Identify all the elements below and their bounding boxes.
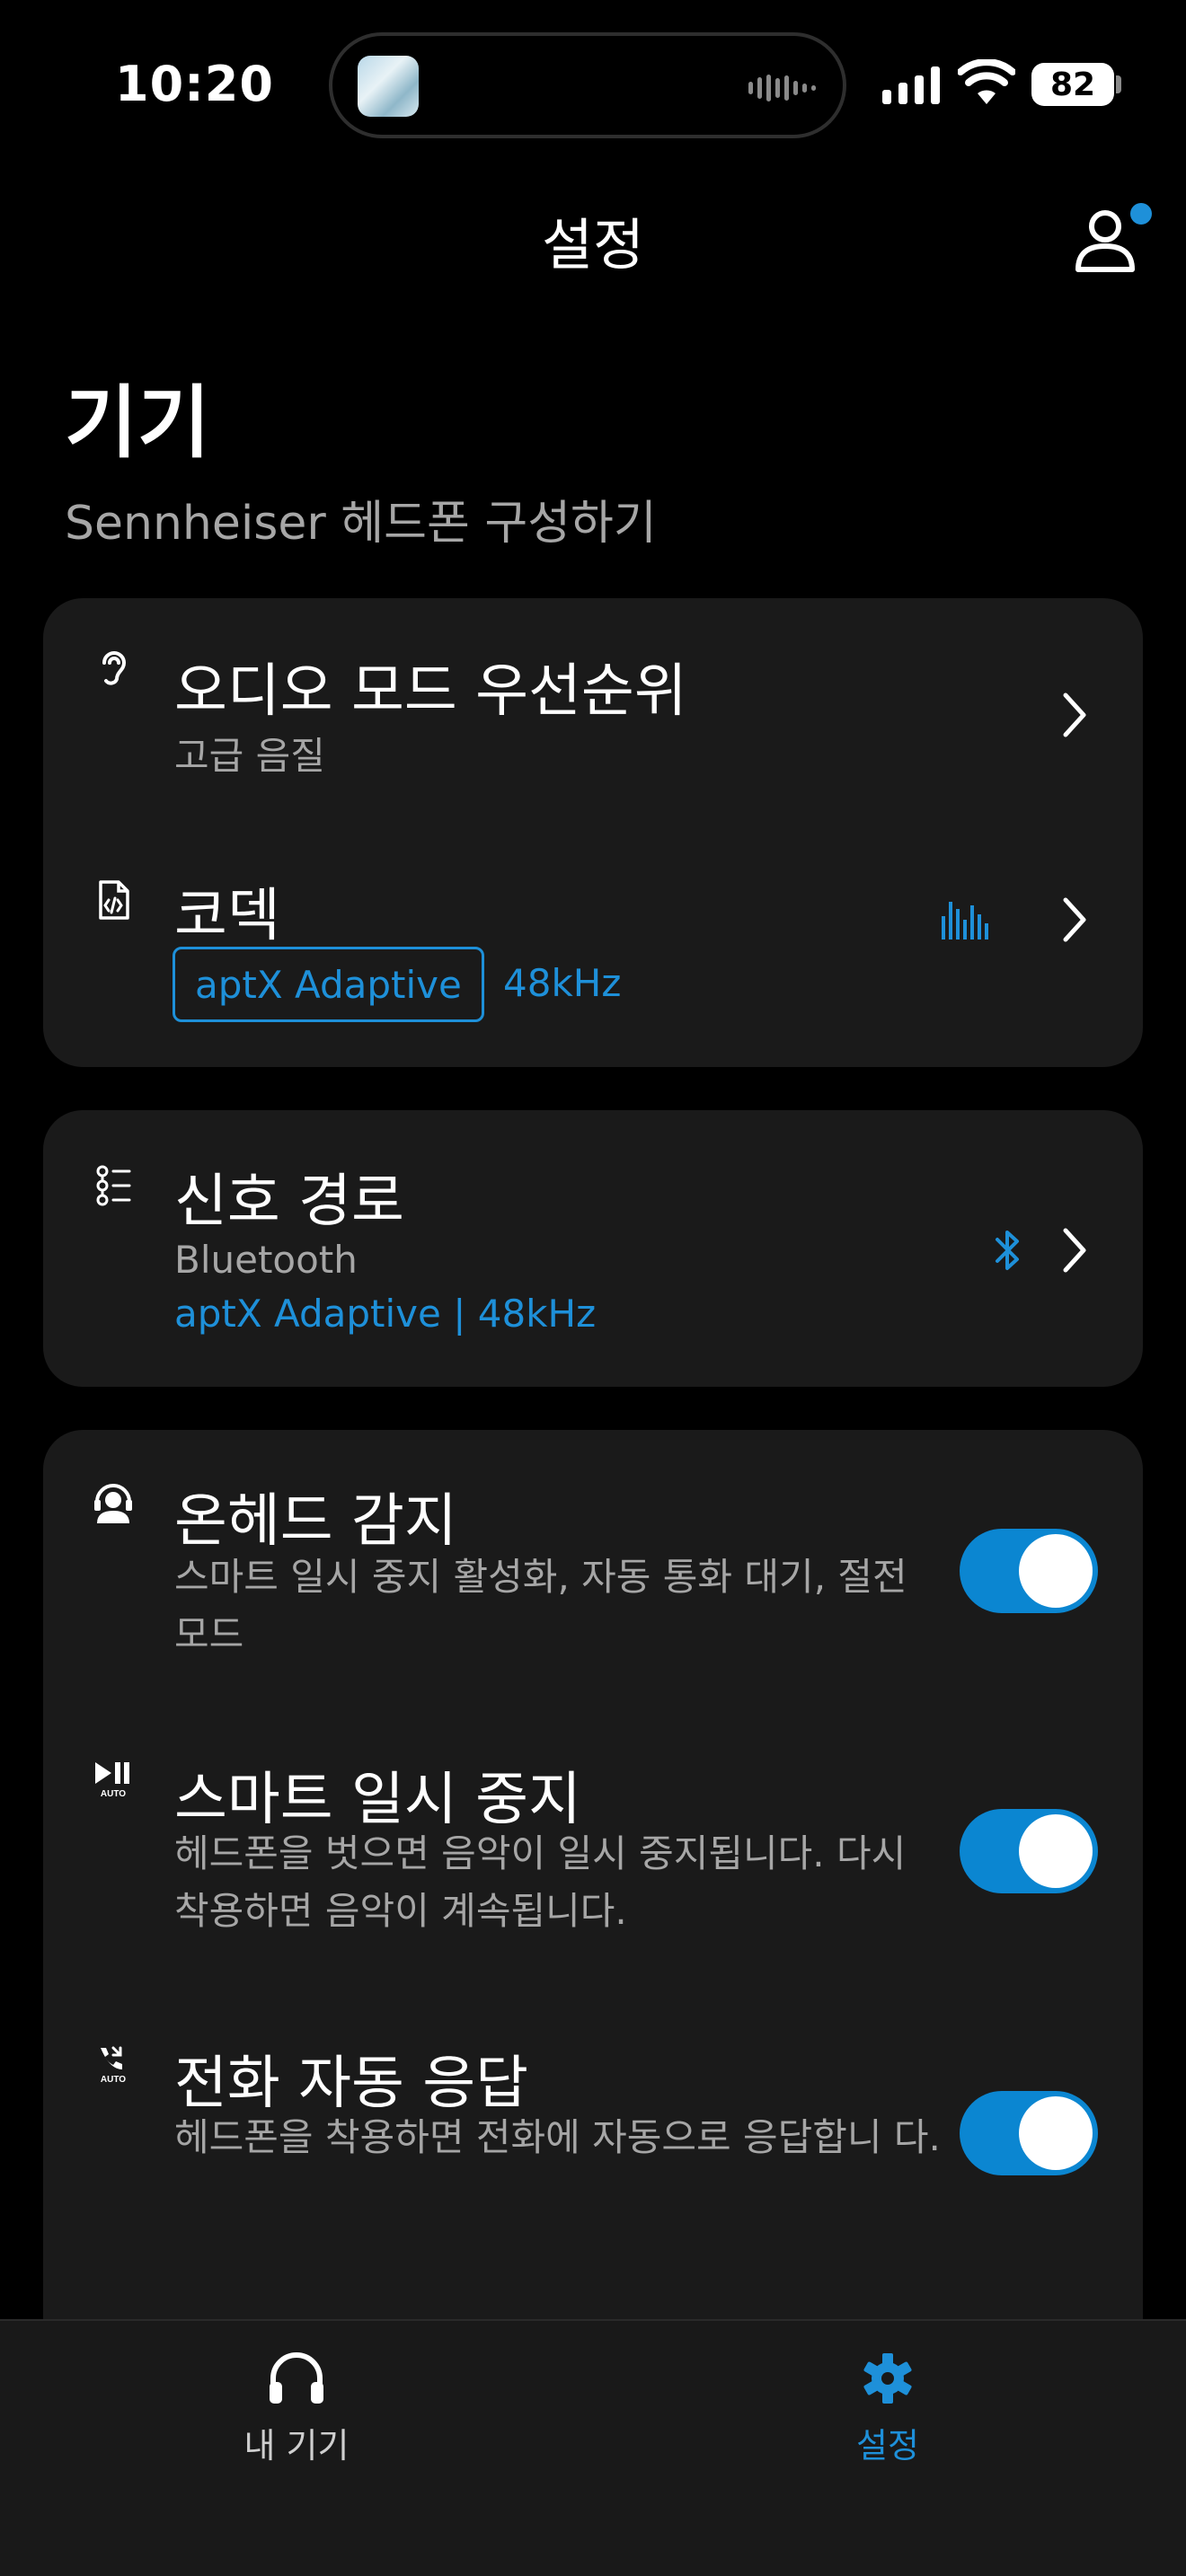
settings-screen: 10:20 82 설정 기기 Sennheiser 헤드폰 구성하기 오디오 모… — [0, 0, 1186, 2576]
ear-icon — [102, 651, 127, 685]
bluetooth-icon — [996, 1231, 1019, 1270]
code-file-icon — [99, 880, 129, 920]
signal-path-connection: Bluetooth — [174, 1238, 358, 1282]
auto-answer-toggle[interactable] — [960, 2091, 1098, 2175]
dynamic-island[interactable] — [329, 32, 846, 138]
on-head-detection-toggle[interactable] — [960, 1529, 1098, 1613]
header-title: 설정 — [541, 212, 645, 278]
smart-pause-icon: AUTO — [95, 1762, 129, 1799]
detection-settings-card: 온헤드 감지 스마트 일시 중지 활성화, 자동 통화 대기, 절전 모드 AU… — [43, 1430, 1143, 2382]
tab-label: 설정 — [856, 2426, 919, 2466]
audio-mode-row[interactable]: 오디오 모드 우선순위 고급 음질 — [43, 598, 1143, 834]
codec-row[interactable]: 코덱 aptX Adaptive 48kHz — [43, 834, 1143, 1067]
smart-pause-toggle[interactable] — [960, 1809, 1098, 1893]
auto-answer-row: AUTO 전화 자동 응답 헤드폰을 착용하면 전화에 자동으로 응답합니 다. — [43, 1998, 1143, 2281]
signal-path-card[interactable]: 신호 경로 Bluetooth aptX Adaptive | 48kHz — [43, 1110, 1143, 1387]
tab-label: 내 기기 — [243, 2426, 350, 2466]
cellular-signal-icon — [882, 65, 940, 104]
toggle-description: 헤드폰을 착용하면 전화에 자동으로 응답합니 다. — [174, 2115, 941, 2159]
toggle-description: 스마트 일시 중지 활성화, 자동 통화 대기, 절전 모드 — [174, 1555, 907, 1656]
toggle-knob — [1019, 1814, 1093, 1888]
status-time: 10:20 — [115, 56, 274, 112]
battery-indicator: 82 — [1031, 63, 1114, 106]
wifi-icon — [958, 59, 1015, 104]
signal-path-detail: aptX Adaptive | 48kHz — [174, 1292, 597, 1336]
notification-dot — [1130, 203, 1152, 225]
toggle-knob — [1019, 2096, 1093, 2170]
on-head-detection-icon — [94, 1484, 132, 1523]
toggle-title: 온헤드 감지 — [174, 1488, 457, 1555]
audio-mode-title: 오디오 모드 우선순위 — [174, 658, 687, 725]
audio-waveform-icon — [748, 72, 816, 104]
audio-settings-card: 오디오 모드 우선순위 고급 음질 코덱 aptX Adaptive 48kHz — [43, 598, 1143, 1067]
page-subtitle: Sennheiser 헤드폰 구성하기 — [65, 497, 657, 551]
toggle-title: 전화 자동 응답 — [174, 2051, 528, 2117]
toggle-description: 헤드폰을 벗으면 음악이 일시 중지됩니다. 다시 착용하면 음악이 계속됩니다… — [174, 1831, 907, 1933]
on-head-detection-row: 온헤드 감지 스마트 일시 중지 활성화, 자동 통화 대기, 절전 모드 — [43, 1430, 1143, 1714]
chevron-right-icon — [1063, 1228, 1086, 1273]
person-icon[interactable] — [1071, 205, 1139, 273]
chevron-right-icon — [1063, 897, 1086, 942]
signal-path-icon — [96, 1165, 131, 1206]
smart-pause-row: AUTO 스마트 일시 중지 헤드폰을 벗으면 음악이 일시 중지됩니다. 다시… — [43, 1714, 1143, 1998]
page-title: 기기 — [65, 376, 210, 469]
codec-title: 코덱 — [174, 883, 280, 949]
svg-text:AUTO: AUTO — [101, 1789, 126, 1799]
bottom-tab-bar: 내 기기 설정 — [0, 2319, 1186, 2576]
codec-name-badge: aptX Adaptive — [173, 947, 484, 1022]
gear-icon — [863, 2353, 912, 2404]
audio-bars-icon — [942, 902, 988, 940]
signal-path-title: 신호 경로 — [174, 1169, 404, 1235]
tab-settings[interactable]: 설정 — [753, 2321, 1022, 2501]
status-bar: 10:20 82 — [0, 0, 1186, 171]
toggle-title: 스마트 일시 중지 — [174, 1767, 581, 1833]
auto-answer-icon: AUTO — [101, 2046, 126, 2085]
headphones-icon — [270, 2352, 323, 2404]
codec-sample-rate: 48kHz — [503, 961, 622, 1005]
chevron-right-icon — [1063, 693, 1086, 737]
tab-my-devices[interactable]: 내 기기 — [162, 2321, 431, 2501]
toggle-knob — [1019, 1534, 1093, 1608]
svg-text:AUTO: AUTO — [101, 2075, 126, 2085]
audio-mode-value: 고급 음질 — [174, 734, 325, 778]
now-playing-artwork — [358, 56, 419, 117]
battery-nub — [1116, 75, 1121, 93]
